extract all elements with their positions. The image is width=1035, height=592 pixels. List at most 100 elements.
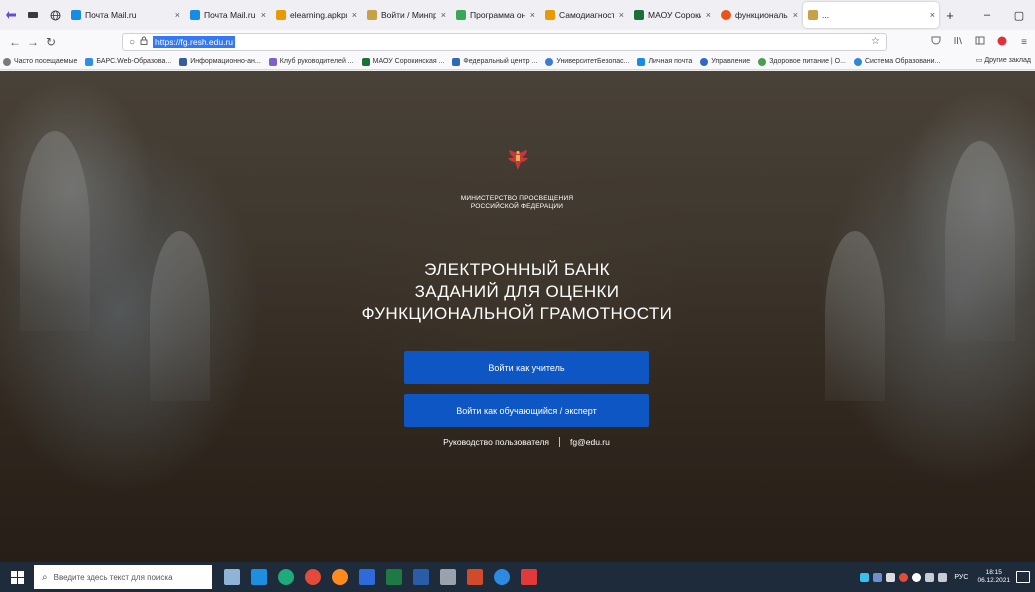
tab-functional[interactable]: функциональная гр × [716, 2, 802, 28]
window-controls: – ▢ [971, 0, 1035, 30]
menu-icon[interactable]: ≡ [1013, 37, 1035, 48]
bookmark-star-icon[interactable]: ☆ [871, 36, 880, 47]
tab-close-icon[interactable]: × [793, 10, 798, 20]
bookmark-management[interactable]: Управление [700, 57, 750, 66]
minimize-button[interactable]: – [971, 9, 1003, 21]
tab-title: elearning.apkpro.ru | [290, 10, 347, 20]
bookmark-frequent[interactable]: Часто посещаемые [3, 57, 78, 66]
input-language[interactable]: РУС [954, 574, 968, 581]
bookmark-personal-mail[interactable]: Личная почта [637, 57, 693, 66]
folder-icon: ▭ [975, 57, 983, 64]
bookmark-favicon-icon [700, 57, 709, 66]
paint-icon[interactable] [440, 569, 456, 585]
tab-title: МАОУ Сорокинская [648, 10, 701, 20]
tab-mail-1[interactable]: Почта Mail.ru × [66, 2, 184, 28]
bookmark-federal[interactable]: Федеральный центр ... [452, 57, 537, 66]
tab-title: Программа онлайн- [470, 10, 525, 20]
shield-icon[interactable]: ○ [129, 37, 135, 48]
tab-minprosvesh[interactable]: Войти / Минпросвещ × [362, 2, 450, 28]
globe-icon[interactable] [44, 4, 66, 26]
bookmark-healthy-food[interactable]: Здоровое питание | О... [758, 57, 846, 66]
sidebar-icon[interactable] [969, 36, 991, 48]
system-clock[interactable]: 18:15 06.12.2021 [977, 569, 1010, 585]
firefox-icon[interactable] [332, 569, 348, 585]
login-student-button[interactable]: Войти как обучающийся / эксперт [404, 394, 649, 427]
new-tab-button[interactable]: + [940, 8, 960, 23]
tray-app-icon[interactable] [886, 572, 896, 582]
powerpoint-icon[interactable] [467, 569, 483, 585]
yandex-icon[interactable] [521, 569, 537, 585]
mail-app-icon[interactable] [251, 569, 267, 585]
task-view-icon[interactable] [224, 569, 240, 585]
title-line-3: ФУНКЦИОНАЛЬНОЙ ГРАМОТНОСТИ [361, 304, 673, 323]
elearning-icon [276, 10, 286, 20]
reload-icon[interactable]: ↻ [42, 35, 60, 49]
address-bar[interactable]: ○ https://fg.resh.edu.ru ☆ [122, 33, 887, 51]
bookmark-club[interactable]: Клуб руководителей ... [268, 57, 354, 66]
restore-button[interactable]: ▢ [1003, 9, 1035, 22]
firefox-view-icon[interactable] [0, 4, 22, 26]
login-teacher-button[interactable]: Войти как учитель [404, 351, 649, 384]
back-arrow-icon[interactable]: ← [6, 35, 24, 49]
windows-taskbar: ⌕ Введите здесь текст для поиска РУС 18:… [0, 562, 1035, 592]
tab-title: функциональная гр [735, 10, 788, 20]
mail-icon [71, 10, 81, 20]
search-icon: ⌕ [42, 571, 48, 583]
user-guide-link[interactable]: Руководство пользователя [443, 437, 549, 447]
ministry-name: МИНИСТЕРСТВО ПРОСВЕЩЕНИЯ РОССИЙСКОЙ ФЕДЕ… [417, 195, 617, 211]
bookmark-info[interactable]: Информационно-ан... [179, 57, 261, 66]
tab-close-icon[interactable]: × [175, 10, 180, 20]
tab-close-icon[interactable]: × [352, 10, 357, 20]
tab-close-icon[interactable]: × [530, 10, 535, 20]
tab-maou[interactable]: МАОУ Сорокинская × [629, 2, 715, 28]
other-bookmarks[interactable]: ▭ Другие заклад [971, 56, 1031, 64]
chrome-icon[interactable] [305, 569, 321, 585]
tab-program[interactable]: Программа онлайн- × [451, 2, 539, 28]
bookmark-label: Здоровое питание | О... [769, 58, 846, 65]
gear-icon [3, 57, 11, 66]
bookmark-maou[interactable]: МАОУ Сорокинская ... [361, 57, 444, 66]
volume-icon[interactable] [938, 572, 948, 582]
network-icon[interactable] [912, 572, 922, 582]
bookmarks-toolbar: Часто посещаемые БАРС.Web-Образова... Ин… [0, 54, 1035, 70]
pocket-icon[interactable] [925, 36, 947, 48]
bookmark-bars[interactable]: БАРС.Web-Образова... [85, 57, 171, 66]
tab-close-icon[interactable]: × [706, 10, 711, 20]
collections-icon[interactable] [22, 4, 44, 26]
forward-arrow-icon[interactable]: → [24, 35, 42, 49]
bookmark-label: Часто посещаемые [14, 58, 78, 65]
bookmark-education-system[interactable]: Система Образовани... [853, 57, 940, 66]
word-icon[interactable] [413, 569, 429, 585]
start-button[interactable] [0, 562, 34, 592]
library-icon[interactable] [947, 36, 969, 48]
bookmark-favicon-icon [758, 57, 767, 66]
url-text[interactable]: https://fg.resh.edu.ru [153, 36, 236, 48]
tab-close-icon[interactable]: × [930, 10, 935, 20]
store-icon[interactable] [359, 569, 375, 585]
tab-mail-2[interactable]: Почта Mail.ru × [185, 2, 270, 28]
tray-app-icon[interactable] [873, 572, 883, 582]
tab-close-icon[interactable]: × [619, 10, 624, 20]
tab-active[interactable]: ... × [803, 2, 939, 28]
notification-icon[interactable] [1016, 571, 1030, 583]
lock-icon[interactable] [140, 36, 148, 48]
edge-icon[interactable] [278, 569, 294, 585]
mail-icon [190, 10, 200, 20]
tab-close-icon[interactable]: × [441, 10, 446, 20]
tab-close-icon[interactable]: × [261, 10, 266, 20]
account-icon[interactable] [991, 36, 1013, 49]
bookmark-label: УниверситетБезопас... [556, 58, 630, 65]
email-link[interactable]: fg@edu.ru [570, 437, 610, 447]
system-tray: РУС 18:15 06.12.2021 [860, 562, 1035, 592]
bookmark-label: Личная почта [648, 58, 693, 65]
internet-explorer-icon[interactable] [494, 569, 510, 585]
kaspersky-icon[interactable] [860, 572, 870, 582]
battery-icon[interactable] [925, 572, 935, 582]
bookmark-university[interactable]: УниверситетБезопас... [545, 57, 630, 66]
excel-icon[interactable] [386, 569, 402, 585]
tray-app-icon[interactable] [899, 572, 909, 582]
taskbar-search-box[interactable]: ⌕ Введите здесь текст для поиска [34, 565, 212, 589]
tab-selfdiag[interactable]: Самодиагностика ул × [540, 2, 628, 28]
bookmark-label: Информационно-ан... [190, 58, 261, 65]
tab-elearning[interactable]: elearning.apkpro.ru | × [271, 2, 361, 28]
